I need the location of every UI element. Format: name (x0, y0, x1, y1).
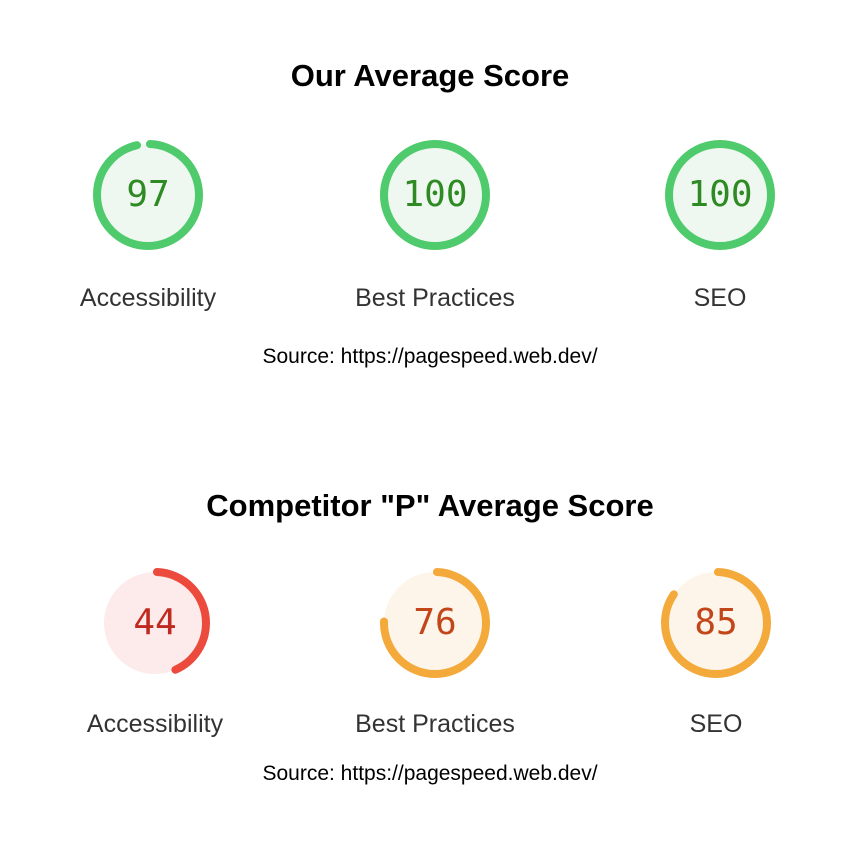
gauge-label: SEO (693, 284, 747, 312)
gauge-label: Accessibility (79, 284, 217, 312)
section-title: Competitor "P" Average Score (206, 488, 654, 523)
gauge-label: Best Practices (355, 710, 515, 738)
score-value: 100 (402, 174, 468, 215)
section-title: Our Average Score (290, 58, 570, 93)
gauge-accessibility: 44 (95, 563, 215, 683)
gauge-label: Accessibility (86, 710, 224, 738)
gauge-label: SEO (689, 710, 743, 738)
source-text: Source: https://pagespeed.web.dev/ (262, 762, 598, 785)
gauge-label: Best Practices (355, 284, 515, 312)
score-value: 76 (413, 602, 457, 643)
score-value: 97 (126, 174, 170, 215)
gauge-seo: 85 (656, 563, 776, 683)
score-value: 44 (133, 602, 177, 643)
gauge-best-practices: 76 (375, 563, 495, 683)
gauge-seo: 100 (660, 135, 780, 255)
gauge-best-practices: 100 (375, 135, 495, 255)
score-value: 85 (694, 602, 738, 643)
gauge-accessibility: 97 (88, 135, 208, 255)
source-text: Source: https://pagespeed.web.dev/ (262, 345, 598, 368)
score-value: 100 (687, 174, 753, 215)
